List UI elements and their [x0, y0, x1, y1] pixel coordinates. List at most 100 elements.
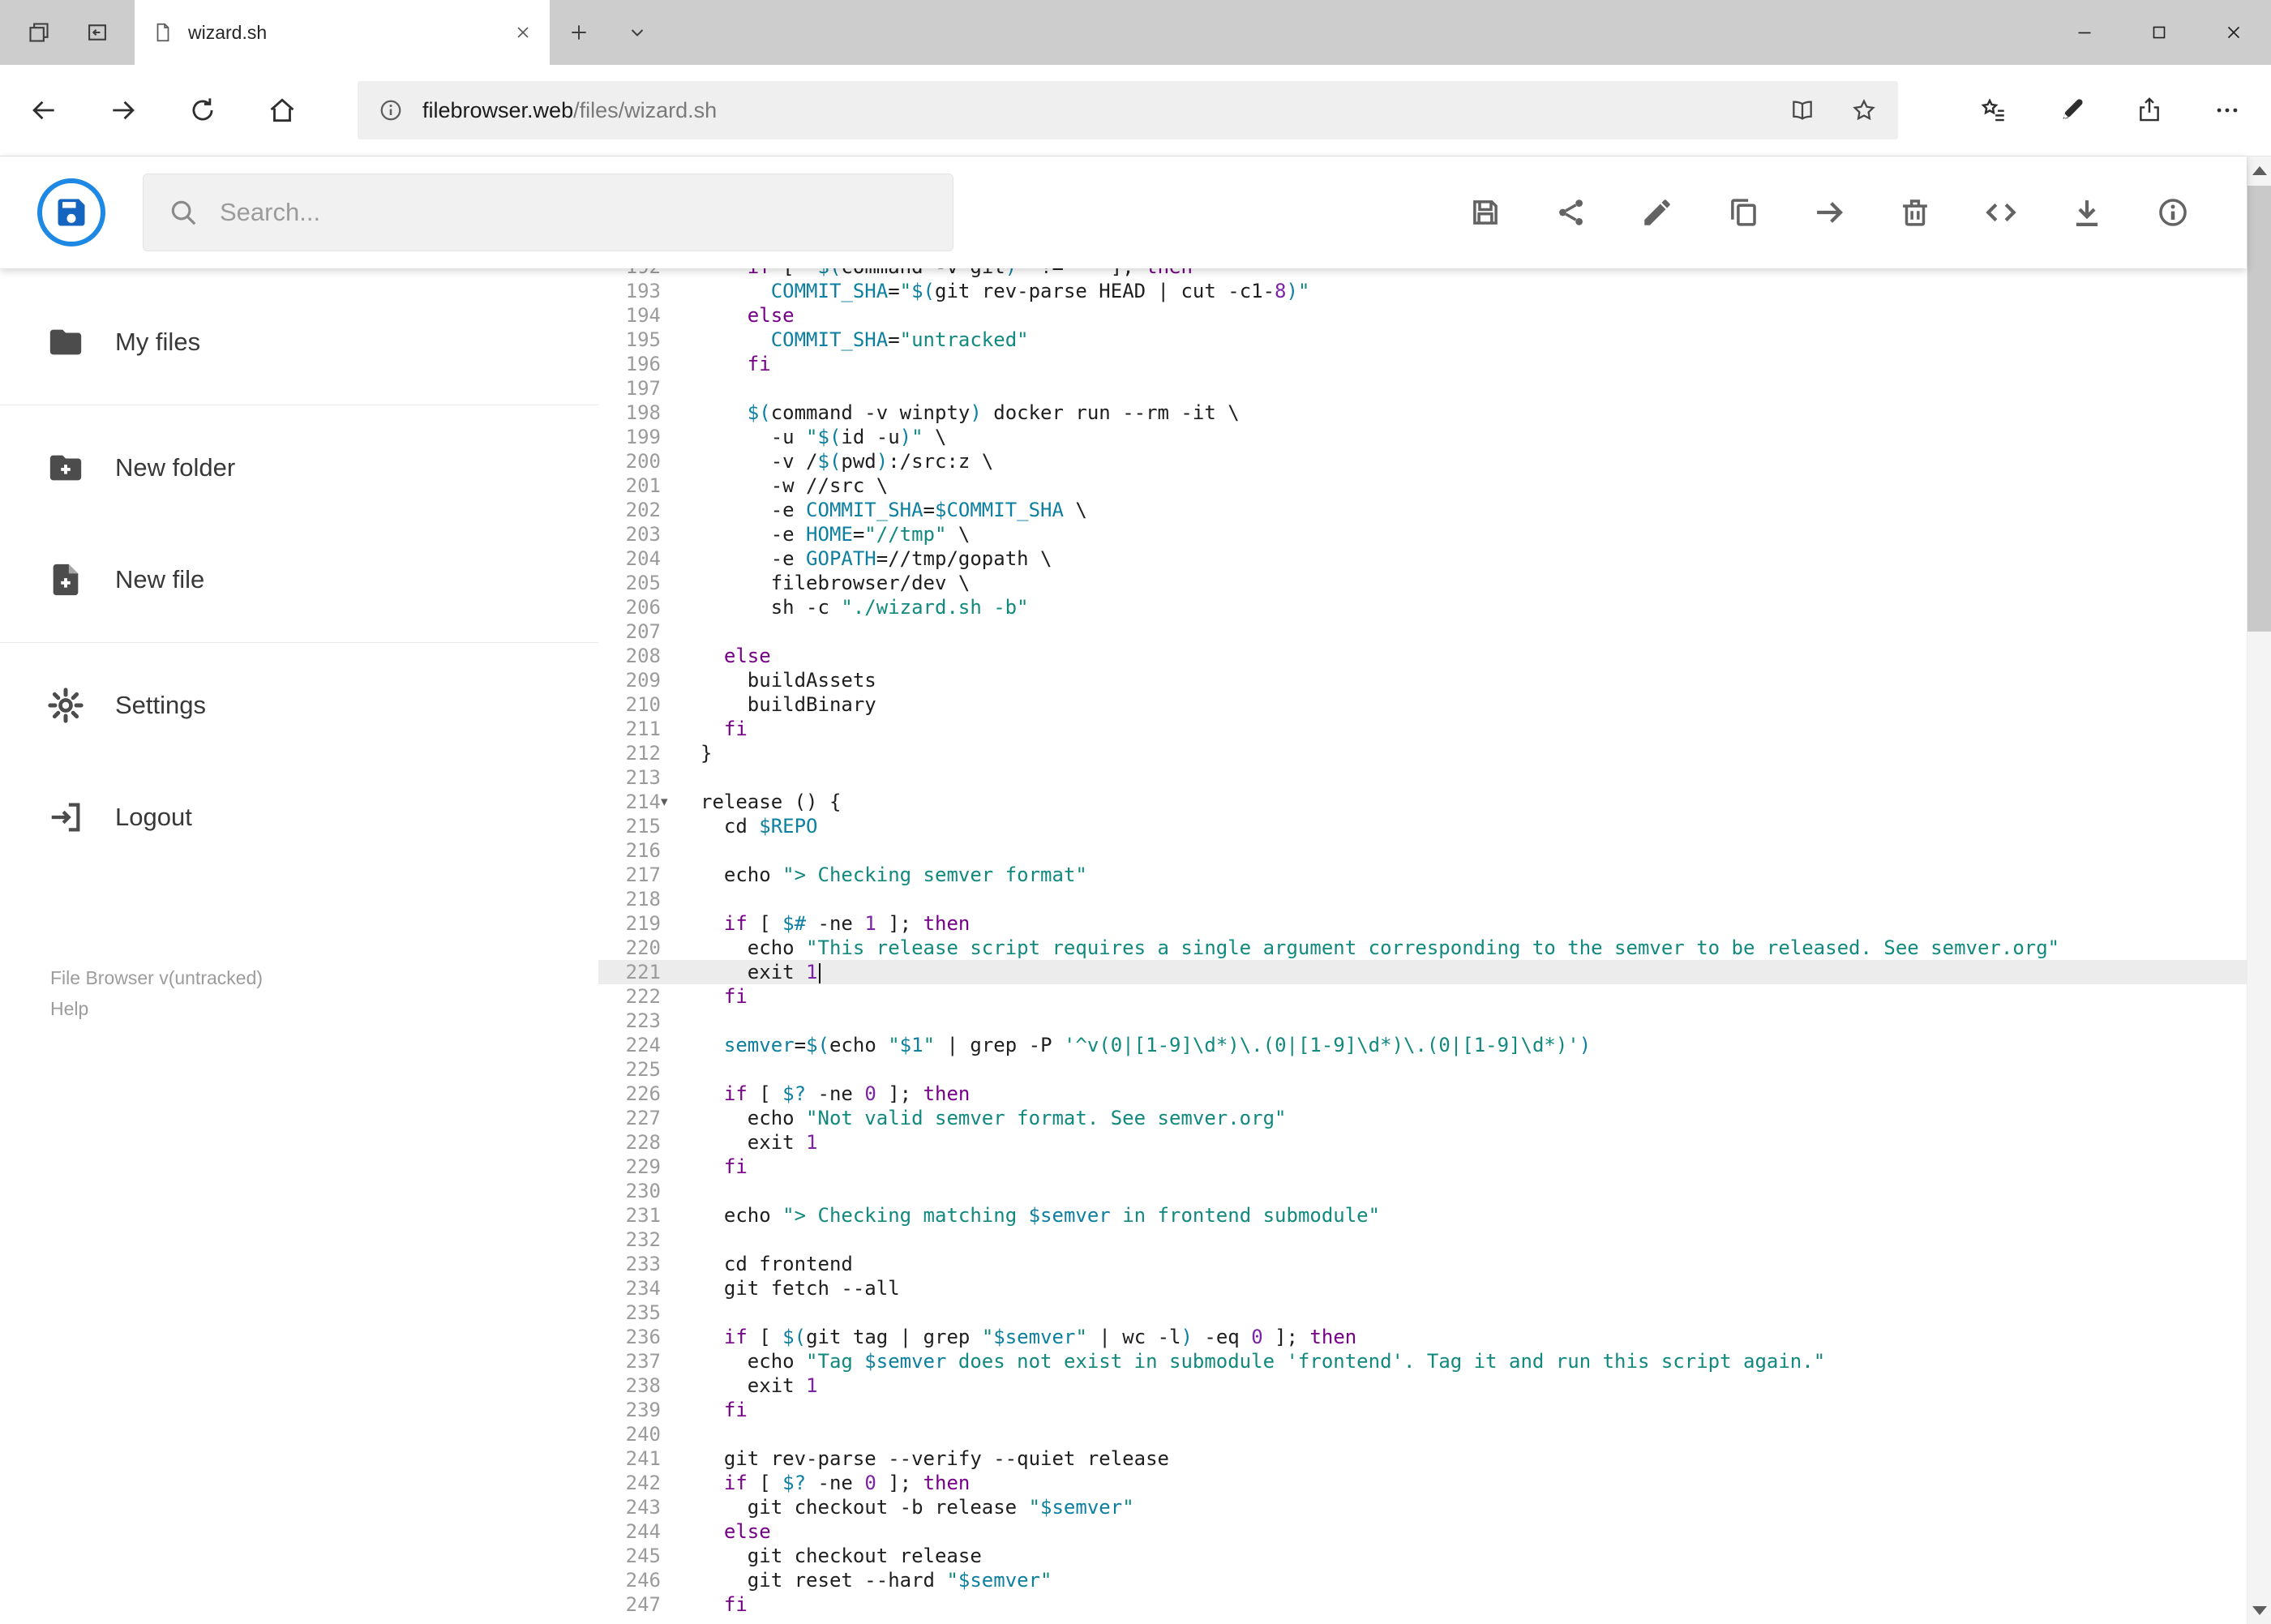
address-bar[interactable]: filebrowser.web/files/wizard.sh: [358, 81, 1898, 139]
hub-button[interactable]: [1955, 96, 2033, 124]
code-line[interactable]: 235: [598, 1300, 2247, 1325]
code-line[interactable]: 192 if [ "$(command -v git)" != "" ]; th…: [598, 268, 2247, 279]
code-line[interactable]: 196 fi: [598, 352, 2247, 376]
code-line[interactable]: 203 -e HOME="//tmp" \: [598, 522, 2247, 546]
minimize-button[interactable]: [2047, 0, 2122, 65]
sidebar-item-logout[interactable]: Logout: [0, 761, 598, 873]
code-line[interactable]: 245 git checkout release: [598, 1544, 2247, 1568]
code-line[interactable]: 246 git reset --hard "$semver": [598, 1568, 2247, 1592]
delete-button[interactable]: [1898, 195, 1932, 229]
code-line[interactable]: 211 fi: [598, 717, 2247, 741]
download-button[interactable]: [2070, 195, 2104, 229]
code-line[interactable]: 216: [598, 838, 2247, 863]
code-line[interactable]: 238 exit 1: [598, 1373, 2247, 1398]
code-line[interactable]: 218: [598, 887, 2247, 911]
code-line[interactable]: 213: [598, 765, 2247, 790]
code-line[interactable]: 233 cd frontend: [598, 1252, 2247, 1276]
code-line[interactable]: 242 if [ $? -ne 0 ]; then: [598, 1471, 2247, 1495]
scroll-up-button[interactable]: [2247, 156, 2271, 184]
page-scrollbar[interactable]: [2247, 156, 2271, 1624]
share-button[interactable]: [2110, 96, 2188, 124]
code-line[interactable]: 247 fi: [598, 1592, 2247, 1617]
code-line[interactable]: 197: [598, 376, 2247, 401]
code-line[interactable]: 202 -e COMMIT_SHA=$COMMIT_SHA \: [598, 498, 2247, 522]
site-info-icon[interactable]: [379, 98, 403, 122]
code-line[interactable]: 228 exit 1: [598, 1130, 2247, 1155]
refresh-button[interactable]: [163, 65, 242, 156]
code-line[interactable]: 227 echo "Not valid semver format. See s…: [598, 1106, 2247, 1130]
code-line[interactable]: 224 semver=$(echo "$1" | grep -P '^v(0|[…: [598, 1033, 2247, 1057]
code-line[interactable]: 234 git fetch --all: [598, 1276, 2247, 1300]
code-line[interactable]: 209 buildAssets: [598, 668, 2247, 692]
search-input[interactable]: Search...: [143, 174, 953, 251]
favorite-star-icon[interactable]: [1851, 97, 1877, 123]
code-line[interactable]: 207: [598, 619, 2247, 644]
code-line[interactable]: 206 sh -c "./wizard.sh -b": [598, 595, 2247, 619]
tab-list-chevron-button[interactable]: [608, 0, 666, 65]
url-text[interactable]: filebrowser.web/files/wizard.sh: [422, 98, 717, 123]
code-line[interactable]: 231 echo "> Checking matching $semver in…: [598, 1203, 2247, 1228]
code-line[interactable]: 244 else: [598, 1519, 2247, 1544]
code-line[interactable]: 214 ▾ release () {: [598, 790, 2247, 814]
switch-view-button[interactable]: [1984, 195, 2018, 229]
code-line[interactable]: 194 else: [598, 303, 2247, 328]
code-line[interactable]: 217 echo "> Checking semver format": [598, 863, 2247, 887]
code-line[interactable]: 210 buildBinary: [598, 692, 2247, 717]
help-link[interactable]: Help: [50, 993, 598, 1024]
sidebar-item-new-folder[interactable]: New folder: [0, 412, 598, 524]
copy-button[interactable]: [1726, 195, 1760, 229]
code-line[interactable]: 240: [598, 1422, 2247, 1446]
tab-preview-button[interactable]: [68, 0, 126, 65]
info-button[interactable]: [2156, 195, 2190, 229]
move-button[interactable]: [1812, 195, 1846, 229]
forward-button[interactable]: [84, 65, 163, 156]
scroll-down-button[interactable]: [2247, 1596, 2271, 1624]
code-line[interactable]: 201 -w //src \: [598, 473, 2247, 498]
maximize-button[interactable]: [2122, 0, 2196, 65]
code-line[interactable]: 243 git checkout -b release "$semver": [598, 1495, 2247, 1519]
code-line[interactable]: 225: [598, 1057, 2247, 1082]
browser-tab[interactable]: wizard.sh: [135, 0, 550, 65]
code-line[interactable]: 221 exit 1: [598, 960, 2247, 984]
code-line[interactable]: 236 if [ $(git tag | grep "$semver" | wc…: [598, 1325, 2247, 1349]
set-aside-tabs-button[interactable]: [10, 0, 68, 65]
sidebar-item-my-files[interactable]: My files: [0, 286, 598, 398]
more-menu-button[interactable]: [2188, 96, 2266, 124]
code-line[interactable]: 205 filebrowser/dev \: [598, 571, 2247, 595]
code-line[interactable]: 212}: [598, 741, 2247, 765]
code-line[interactable]: 208 else: [598, 644, 2247, 668]
fold-marker-icon[interactable]: ▾: [661, 790, 683, 814]
code-line[interactable]: 239 fi: [598, 1398, 2247, 1422]
back-button[interactable]: [4, 65, 84, 156]
new-tab-button[interactable]: [550, 0, 608, 65]
code-line[interactable]: 200 -v /$(pwd):/src:z \: [598, 449, 2247, 473]
scrollbar-thumb[interactable]: [2247, 186, 2271, 632]
code-line[interactable]: 195 COMMIT_SHA="untracked": [598, 328, 2247, 352]
code-line[interactable]: 204 -e GOPATH=//tmp/gopath \: [598, 546, 2247, 571]
code-line[interactable]: 219 if [ $# -ne 1 ]; then: [598, 911, 2247, 936]
code-line[interactable]: 220 echo "This release script requires a…: [598, 936, 2247, 960]
rename-button[interactable]: [1640, 195, 1674, 229]
code-line[interactable]: 232: [598, 1228, 2247, 1252]
close-button[interactable]: [2196, 0, 2271, 65]
code-line[interactable]: 230: [598, 1179, 2247, 1203]
code-line[interactable]: 237 echo "Tag $semver does not exist in …: [598, 1349, 2247, 1373]
share-button[interactable]: [1554, 195, 1588, 229]
tab-close-icon[interactable]: [514, 24, 532, 41]
code-line[interactable]: 241 git rev-parse --verify --quiet relea…: [598, 1446, 2247, 1471]
code-line[interactable]: 223: [598, 1009, 2247, 1033]
save-button[interactable]: [1468, 195, 1502, 229]
code-line[interactable]: 193 COMMIT_SHA="$(git rev-parse HEAD | c…: [598, 279, 2247, 303]
code-line[interactable]: 215 cd $REPO: [598, 814, 2247, 838]
code-line[interactable]: 229 fi: [598, 1155, 2247, 1179]
web-note-button[interactable]: [2033, 96, 2110, 124]
filebrowser-logo[interactable]: [37, 178, 105, 246]
sidebar-item-new-file[interactable]: New file: [0, 524, 598, 636]
code-line[interactable]: 226 if [ $? -ne 0 ]; then: [598, 1082, 2247, 1106]
code-line[interactable]: 198 $(command -v winpty) docker run --rm…: [598, 401, 2247, 425]
code-line[interactable]: 199 -u "$(id -u)" \: [598, 425, 2247, 449]
home-button[interactable]: [242, 65, 322, 156]
code-line[interactable]: 222 fi: [598, 984, 2247, 1009]
sidebar-item-settings[interactable]: Settings: [0, 649, 598, 761]
reading-view-icon[interactable]: [1789, 97, 1815, 123]
